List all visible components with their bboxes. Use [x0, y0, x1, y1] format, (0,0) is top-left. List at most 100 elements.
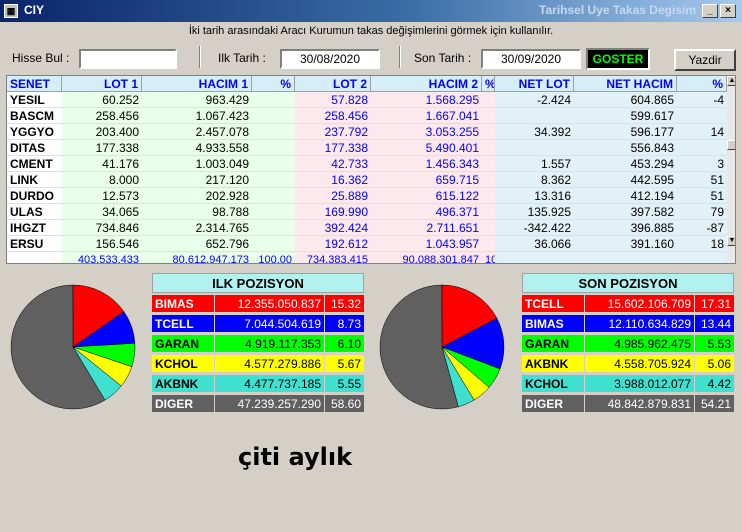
- grid-total-cell: [7, 252, 62, 263]
- grid-total-cell: 100,00: [252, 252, 295, 263]
- minimize-button[interactable]: _: [702, 4, 718, 18]
- position-row: DIGER 47.239.257.290 58.60: [152, 395, 364, 413]
- grid-cell: 12.573: [62, 188, 142, 204]
- info-text: İki tarih arasındaki Aracı Kurumun takas…: [188, 25, 554, 37]
- position-name: DIGER: [525, 397, 564, 411]
- grid-cell: 442.595: [574, 172, 677, 188]
- grid-cell: [252, 220, 295, 236]
- grid-header: LOT 2: [295, 76, 371, 92]
- grid-scrollbar[interactable]: ▲ ▼: [727, 76, 735, 263]
- grid-cell: 98.788: [142, 204, 252, 220]
- grid-cell: 1.568.295: [371, 92, 482, 108]
- grid-cell: DURDO: [7, 188, 62, 204]
- position-value: 12.110.634.829: [584, 315, 694, 332]
- grid-header: NET HACIM: [574, 76, 677, 92]
- grid-cell: 1.043.957: [371, 236, 482, 252]
- grid-cell: [677, 140, 727, 156]
- position-value: 47.239.257.290: [214, 395, 324, 412]
- position-name: KCHOL: [525, 377, 568, 391]
- grid-cell: 1.456.343: [371, 156, 482, 172]
- hisse-bul-input[interactable]: [79, 49, 177, 69]
- goster-button[interactable]: GOSTER: [586, 48, 650, 70]
- position-row: BIMAS 12.110.634.829 13.44: [522, 315, 734, 333]
- grid-cell: [482, 220, 495, 236]
- grid-cell: 192.612: [295, 236, 371, 252]
- grid-cell: 2.314.765: [142, 220, 252, 236]
- grid-header: %: [252, 76, 295, 92]
- grid-cell: 412.194: [574, 188, 677, 204]
- ilk-tarih-input[interactable]: 30/08/2020: [280, 49, 380, 69]
- grid-cell: [252, 236, 295, 252]
- toolbar-divider: [199, 46, 201, 68]
- grid-cell: 1.003.049: [142, 156, 252, 172]
- grid-cell: LINK: [7, 172, 62, 188]
- yazdir-button[interactable]: Yazdir: [674, 49, 736, 71]
- grid-cell: 16.362: [295, 172, 371, 188]
- grid-cell: CMENT: [7, 156, 62, 172]
- grid-cell: 34.392: [495, 124, 574, 140]
- takas-grid[interactable]: ▲ ▼ SENET LOT 1 HACIM 1% LOT 2 HACIM 2% NET L…: [6, 75, 736, 264]
- position-name: TCELL: [155, 317, 194, 331]
- close-button[interactable]: ×: [720, 4, 736, 18]
- son-tarih-label: Son Tarih :: [414, 51, 472, 65]
- position-name: AKBNK: [525, 357, 569, 371]
- grid-cell: [252, 92, 295, 108]
- grid-cell: 42.733: [295, 156, 371, 172]
- grid-cell: 2.457.078: [142, 124, 252, 140]
- position-name: GARAN: [155, 337, 199, 351]
- grid-cell: [482, 124, 495, 140]
- grid-cell: 57.828: [295, 92, 371, 108]
- grid-cell: [482, 140, 495, 156]
- grid-header: HACIM 1: [142, 76, 252, 92]
- grid-cell: 3.053.255: [371, 124, 482, 140]
- scroll-thumb[interactable]: [727, 140, 735, 150]
- grid-header: LOT 1: [62, 76, 142, 92]
- grid-header: %: [677, 76, 727, 92]
- position-row: KCHOL 4.577.279.886 5.67: [152, 355, 364, 373]
- position-percent: 5.67: [324, 355, 364, 372]
- grid-cell: 237.792: [295, 124, 371, 140]
- grid-cell: 391.160: [574, 236, 677, 252]
- position-percent: 15.32: [324, 295, 364, 312]
- grid-cell: 51: [677, 172, 727, 188]
- caption-text: çiti aylık: [238, 443, 353, 471]
- grid-cell: [482, 204, 495, 220]
- grid-cell: ULAS: [7, 204, 62, 220]
- scroll-down-arrow-icon[interactable]: ▼: [727, 236, 735, 246]
- app-title: CIY: [24, 3, 45, 17]
- grid-cell: 8.000: [62, 172, 142, 188]
- grid-cell: [252, 140, 295, 156]
- grid-cell: 963.429: [142, 92, 252, 108]
- grid-cell: 453.294: [574, 156, 677, 172]
- grid-cell: -342.422: [495, 220, 574, 236]
- grid-total-cell: 100,00: [482, 252, 495, 263]
- grid-cell: 177.338: [62, 140, 142, 156]
- grid-cell: [252, 204, 295, 220]
- ilk-tarih-label: Ilk Tarih :: [218, 51, 266, 65]
- grid-total-cell: [495, 252, 574, 263]
- grid-cell: [482, 92, 495, 108]
- grid-cell: 392.424: [295, 220, 371, 236]
- son-pozisyon-title: SON POZISYON: [522, 273, 734, 293]
- toolbar-divider: [399, 46, 401, 68]
- grid-cell: [252, 156, 295, 172]
- position-row: TCELL 15.602.106.709 17.31: [522, 295, 734, 313]
- title-bar: ▦ CIY Tarihsel Uye Takas Degisim _ ×: [0, 0, 742, 22]
- position-name: AKBNK: [155, 377, 199, 391]
- grid-cell: [252, 108, 295, 124]
- position-percent: 13.44: [694, 315, 734, 332]
- grid-cell: 258.456: [62, 108, 142, 124]
- position-percent: 54.21: [694, 395, 734, 412]
- grid-cell: 60.252: [62, 92, 142, 108]
- grid-cell: 203.400: [62, 124, 142, 140]
- grid-cell: 396.885: [574, 220, 677, 236]
- position-value: 4.919.117.353: [214, 335, 324, 352]
- grid-cell: 177.338: [295, 140, 371, 156]
- ilk-pozisyon-title: ILK POZISYON: [152, 273, 364, 293]
- son-tarih-input[interactable]: 30/09/2020: [481, 49, 581, 69]
- grid-header: SENET: [7, 76, 62, 92]
- scroll-up-arrow-icon[interactable]: ▲: [727, 76, 735, 86]
- grid-total-cell: [677, 252, 727, 263]
- grid-header: HACIM 2: [371, 76, 482, 92]
- grid-cell: 1.557: [495, 156, 574, 172]
